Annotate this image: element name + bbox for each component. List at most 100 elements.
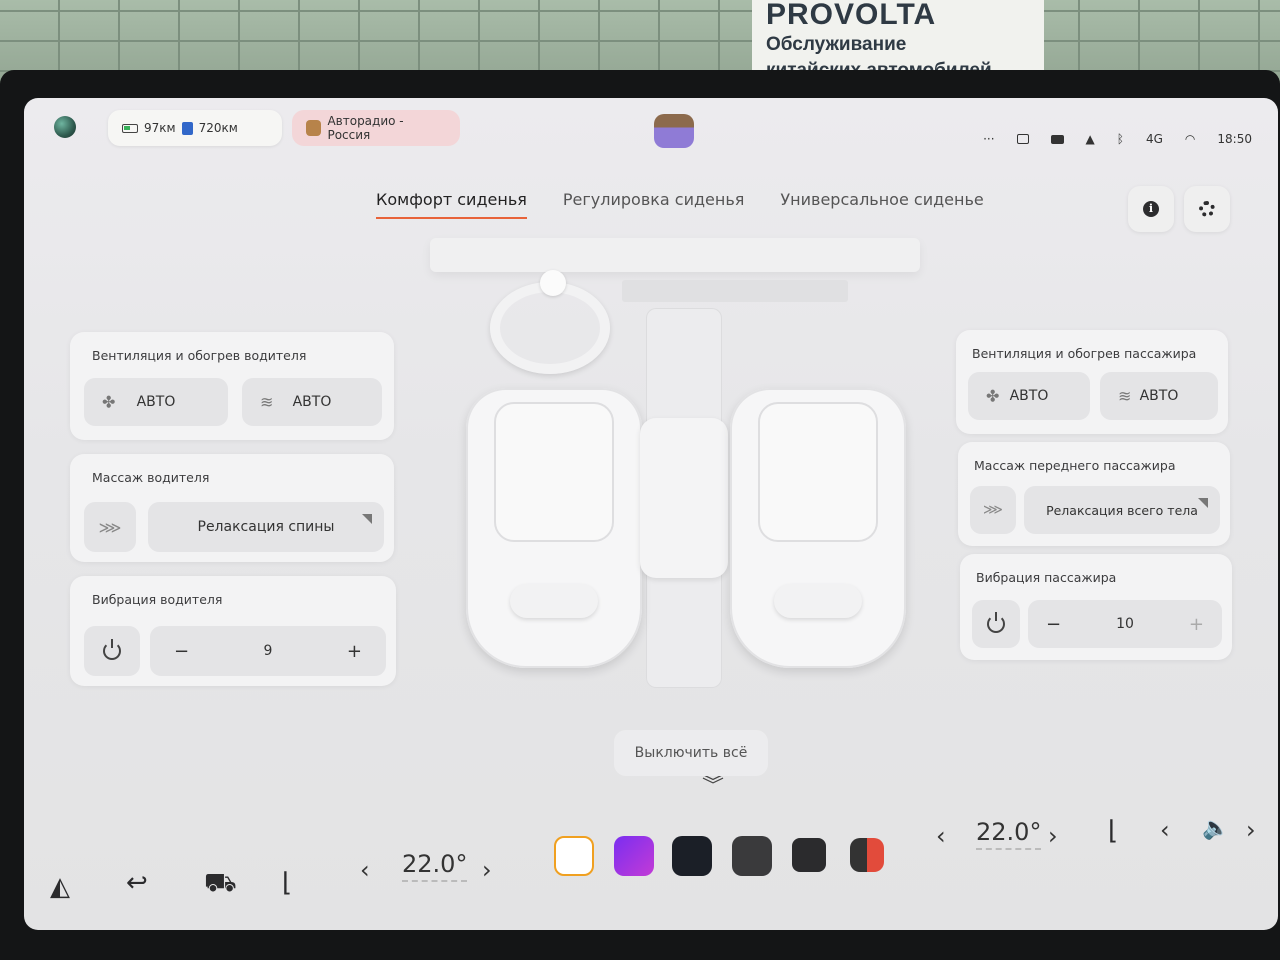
back-icon[interactable]: ↩ xyxy=(126,868,148,898)
passenger-massage-title: Массаж переднего пассажира xyxy=(974,458,1176,473)
voltage-app-icon[interactable] xyxy=(554,836,594,876)
zoom-app-icon[interactable] xyxy=(672,836,712,876)
passenger-vibration-power[interactable] xyxy=(972,600,1020,648)
car-icon[interactable]: ⛟ xyxy=(204,868,237,902)
banner-line-1: Обслуживание xyxy=(766,34,907,55)
clock: 18:50 xyxy=(1217,132,1252,146)
driver-vibration-power[interactable] xyxy=(84,626,140,676)
expand-chevron-icon[interactable]: ︾ xyxy=(702,776,724,798)
driver-massage-card: Массаж водителя ⋙ Релаксация спины xyxy=(70,454,394,562)
passenger-heat-button[interactable]: ≋ АВТО xyxy=(1100,372,1218,420)
passenger-vent-card: Вентиляция и обогрев пассажира ✤ АВТО ≋ … xyxy=(956,330,1228,434)
music-app-icon[interactable] xyxy=(614,836,654,876)
tab-seat-adjustment[interactable]: Регулировка сиденья xyxy=(563,190,745,219)
passenger-heat-mode: АВТО xyxy=(1139,388,1179,404)
driver-seat[interactable] xyxy=(466,388,642,668)
tab-seat-comfort[interactable]: Комфорт сиденья xyxy=(376,190,527,219)
more-icon[interactable]: ··· xyxy=(983,132,994,146)
tab-universal-seat[interactable]: Универсальное сиденье xyxy=(780,190,983,219)
passenger-vent-button[interactable]: ✤ АВТО xyxy=(968,372,1090,420)
left-temperature[interactable]: 22.0° xyxy=(402,850,468,882)
driver-vibration-title: Вибрация водителя xyxy=(92,592,223,607)
heat-icon: ≋ xyxy=(260,392,274,412)
passenger-seat[interactable] xyxy=(730,388,906,668)
passenger-vibration-card: Вибрация пассажира − 10 + xyxy=(960,554,1232,660)
passenger-seat-icon[interactable]: ⌊ xyxy=(1108,816,1118,846)
massage-icon: ⋙ xyxy=(983,502,1003,518)
driver-massage-title: Массаж водителя xyxy=(92,470,210,485)
turn-off-all-button[interactable]: Выключить всё xyxy=(614,730,768,776)
dropdown-corner-icon xyxy=(362,514,372,524)
driver-vent-card: Вентиляция и обогрев водителя ✤ АВТО ≋ А… xyxy=(70,332,394,440)
volume-down-chevron-icon[interactable]: ‹ xyxy=(1160,816,1170,844)
globe-icon[interactable] xyxy=(54,116,76,138)
passenger-seat-cushion xyxy=(774,584,862,618)
volume-icon[interactable]: 🔈 xyxy=(1202,816,1229,841)
passenger-vibration-stepper: − 10 + xyxy=(1028,600,1222,648)
bottom-dock: ◭ ↩ ⛟ ⌊ ‹ 22.0° › ‹ 22.0° › ⌊ ‹ 🔈 › xyxy=(24,816,1278,930)
driver-vibration-stepper: − 9 + xyxy=(150,626,386,676)
driver-seat-back xyxy=(494,402,614,542)
alert-icon: ▲ xyxy=(1085,132,1095,146)
steering-heat-icon[interactable] xyxy=(540,270,566,296)
driver-vent-button[interactable]: ✤ АВТО xyxy=(84,378,228,426)
settings-button[interactable] xyxy=(1184,186,1230,232)
right-temp-up-chevron-icon[interactable]: › xyxy=(1048,822,1058,850)
dropdown-corner-icon xyxy=(1198,498,1208,508)
volume-up-chevron-icon[interactable]: › xyxy=(1246,816,1256,844)
radio-station-icon xyxy=(306,120,322,136)
screen-mirror-icon[interactable] xyxy=(1016,134,1029,144)
right-temp-down-chevron-icon[interactable]: ‹ xyxy=(936,822,946,850)
signal-4g: 4G xyxy=(1145,132,1163,146)
dashboard xyxy=(430,238,920,272)
driver-massage-mode[interactable]: Релаксация спины xyxy=(148,502,384,552)
driver-seat-cushion xyxy=(510,584,598,618)
passenger-massage-mode[interactable]: Релаксация всего тела xyxy=(1024,486,1220,534)
gear-icon xyxy=(1199,201,1215,217)
passenger-massage-toggle[interactable]: ⋙ xyxy=(970,486,1016,534)
left-temp-up-chevron-icon[interactable]: › xyxy=(482,856,492,884)
wifi-icon: ◠ xyxy=(1184,132,1196,146)
left-temp-down-chevron-icon[interactable]: ‹ xyxy=(360,856,370,884)
fan-icon: ✤ xyxy=(102,392,116,412)
electric-range: 97км xyxy=(144,121,176,135)
passenger-vibration-title: Вибрация пассажира xyxy=(976,570,1117,585)
bluetooth-icon: ᛒ xyxy=(1116,132,1124,146)
passenger-vibration-value: 10 xyxy=(1116,616,1134,632)
cabin-illustration xyxy=(426,238,926,798)
driver-heat-mode: АВТО xyxy=(292,394,332,410)
driver-vibration-plus[interactable]: + xyxy=(347,641,362,662)
passenger-vibration-minus[interactable]: − xyxy=(1046,614,1061,635)
passenger-seat-back xyxy=(758,402,878,542)
right-temperature[interactable]: 22.0° xyxy=(976,818,1042,850)
seat-icon[interactable]: ⌊ xyxy=(282,868,292,898)
passenger-vibration-plus[interactable]: + xyxy=(1189,614,1204,635)
heat-icon: ≋ xyxy=(1118,386,1132,406)
fuel-range: 720км xyxy=(198,121,238,135)
info-button[interactable]: i xyxy=(1128,186,1174,232)
status-bar: 97км 720км Авторадио - Россия ··· ▲ ᛒ 4G… xyxy=(24,98,1278,162)
camera-360-icon[interactable] xyxy=(792,838,826,872)
power-icon xyxy=(103,639,121,660)
driver-vent-mode: АВТО xyxy=(136,394,176,410)
assistant-avatar-icon[interactable] xyxy=(654,114,694,148)
fan-icon: ✤ xyxy=(986,386,1000,406)
driver-vibration-value: 9 xyxy=(263,643,273,659)
radio-station: Авторадио - Россия xyxy=(327,114,404,142)
camera-icon[interactable] xyxy=(1050,134,1064,144)
radio-pill[interactable]: Авторадио - Россия xyxy=(292,110,460,146)
passenger-massage-card: Массаж переднего пассажира ⋙ Релаксация … xyxy=(958,442,1230,546)
seat-tabs: Комфорт сиденья Регулировка сиденья Унив… xyxy=(376,190,984,219)
driver-massage-toggle[interactable]: ⋙ xyxy=(84,502,136,552)
passenger-vent-title: Вентиляция и обогрев пассажира xyxy=(972,346,1197,361)
passenger-vent-mode: АВТО xyxy=(1009,388,1049,404)
recorder-app-icon[interactable] xyxy=(732,836,772,876)
driver-heat-button[interactable]: ≋ АВТО xyxy=(242,378,382,426)
power-icon xyxy=(987,612,1005,633)
apps-grid-icon[interactable] xyxy=(850,838,884,872)
range-pill[interactable]: 97км 720км xyxy=(108,110,282,146)
home-icon[interactable]: ◭ xyxy=(50,872,70,902)
driver-vibration-minus[interactable]: − xyxy=(174,641,189,662)
system-icons: ··· ▲ ᛒ 4G ◠ 18:50 xyxy=(983,132,1252,146)
driver-massage-mode-label: Релаксация спины xyxy=(197,519,335,535)
